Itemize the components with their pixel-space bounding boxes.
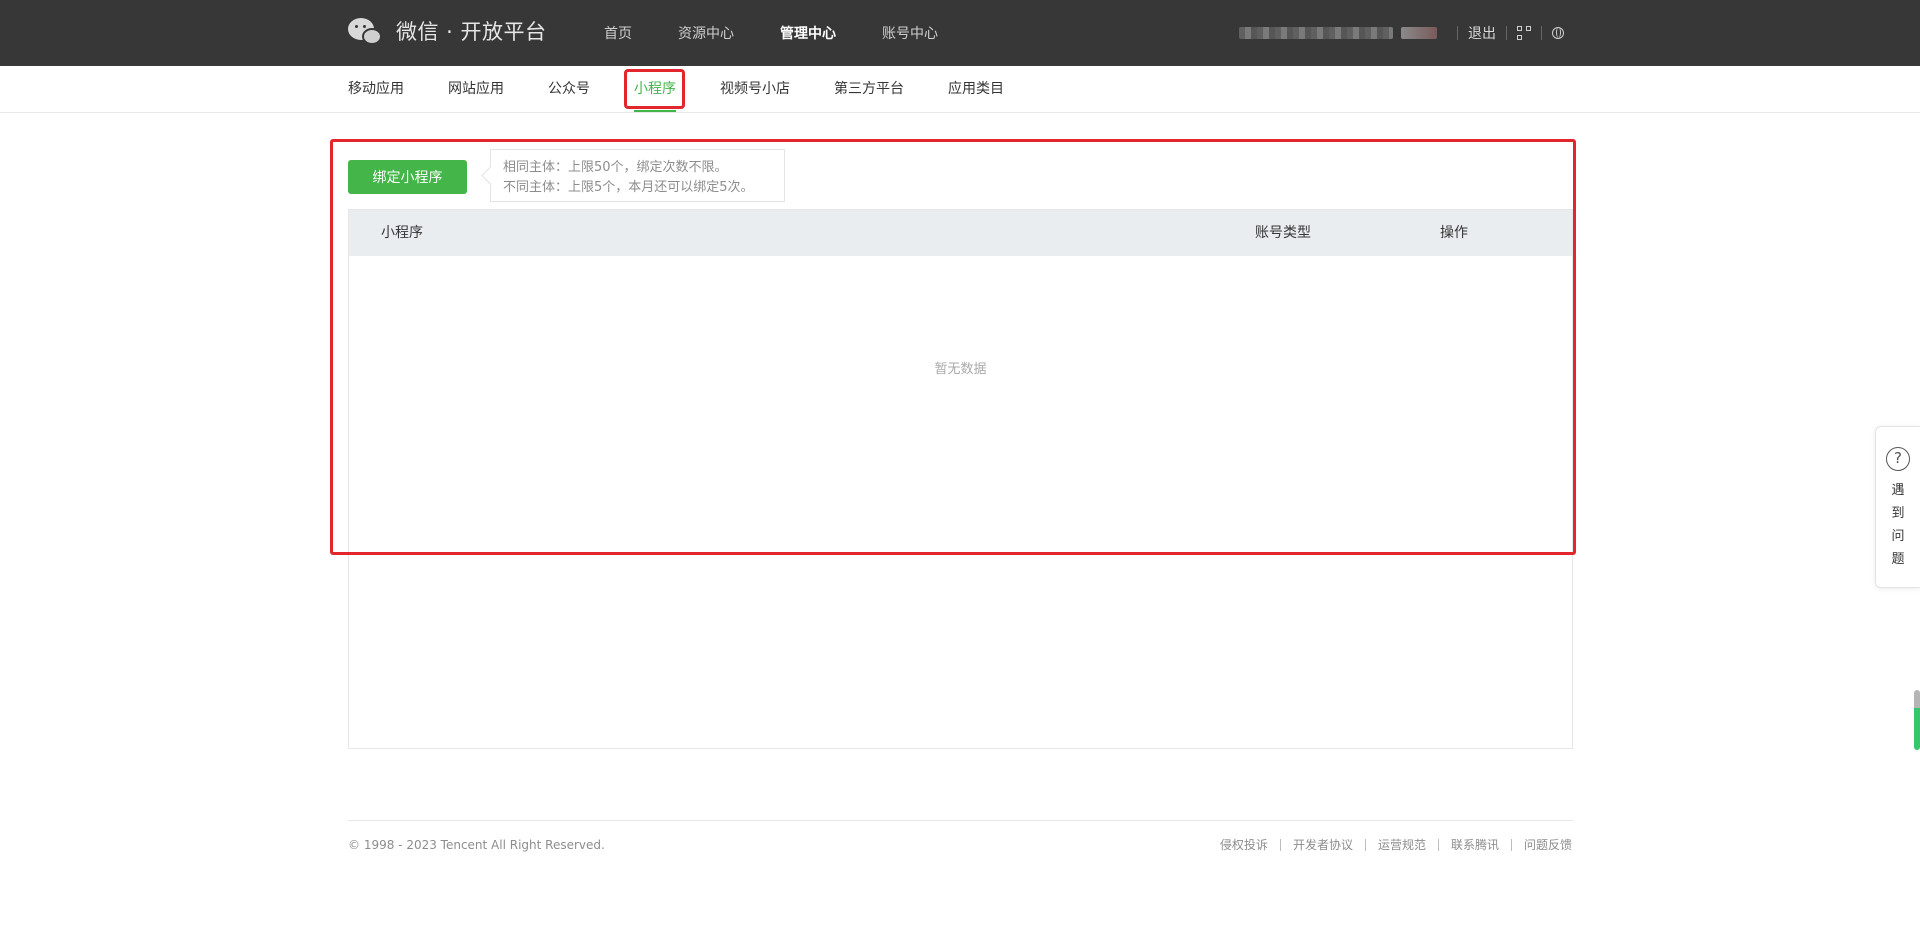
- top-nav-management[interactable]: 管理中心: [780, 23, 836, 43]
- divider: [1364, 838, 1366, 851]
- divider: [1510, 838, 1512, 851]
- qrcode-icon[interactable]: [1517, 26, 1531, 40]
- column-actions: 操作: [1440, 225, 1468, 241]
- help-float-button[interactable]: ? 遇到问题: [1875, 426, 1920, 588]
- wechat-logo-icon: [348, 16, 384, 46]
- bind-limit-tip: 相同主体：上限50个，绑定次数不限。 不同主体：上限5个，本月还可以绑定5次。: [490, 149, 785, 202]
- tab-mobile-app[interactable]: 移动应用: [348, 66, 404, 112]
- top-nav-home[interactable]: 首页: [604, 23, 632, 43]
- top-header: 微信 · 开放平台 首页 资源中心 管理中心 账号中心 退出: [0, 0, 1920, 66]
- divider: [1541, 26, 1542, 40]
- bind-mini-program-button[interactable]: 绑定小程序: [348, 160, 467, 194]
- mini-program-table: 小程序 账号类型 操作 暂无数据: [348, 209, 1573, 749]
- footer-link-operation-rules[interactable]: 运营规范: [1378, 836, 1426, 853]
- tab-website-app[interactable]: 网站应用: [448, 66, 504, 112]
- top-nav: 首页 资源中心 管理中心 账号中心: [604, 0, 984, 66]
- footer-link-infringement[interactable]: 侵权投诉: [1220, 836, 1268, 853]
- tab-channels-store[interactable]: 视频号小店: [720, 66, 790, 112]
- copyright: © 1998 - 2023 Tencent All Right Reserved…: [348, 838, 605, 852]
- divider: [1506, 26, 1507, 40]
- footer-link-developer-agreement[interactable]: 开发者协议: [1293, 836, 1353, 853]
- question-icon: ?: [1886, 447, 1910, 471]
- user-tag-redacted[interactable]: [1401, 27, 1437, 39]
- scrollbar-thumb[interactable]: [1914, 690, 1920, 750]
- tab-mini-program[interactable]: 小程序: [634, 66, 676, 112]
- top-nav-account[interactable]: 账号中心: [882, 23, 938, 43]
- divider: [1437, 838, 1439, 851]
- user-name-redacted[interactable]: [1239, 27, 1393, 39]
- column-mini-program: 小程序: [381, 225, 423, 241]
- tip-line-different-entity: 不同主体：上限5个，本月还可以绑定5次。: [503, 180, 754, 195]
- divider: [1279, 838, 1281, 851]
- divider: [1457, 26, 1458, 40]
- footer-link-contact-tencent[interactable]: 联系腾讯: [1451, 836, 1499, 853]
- tip-line-same-entity: 相同主体：上限50个，绑定次数不限。: [503, 160, 728, 175]
- brand-title: 微信 · 开放平台: [396, 20, 547, 44]
- tab-official-account[interactable]: 公众号: [548, 66, 590, 112]
- top-right-area: 退出: [1239, 0, 1564, 66]
- logout-link[interactable]: 退出: [1468, 23, 1496, 43]
- table-header: 小程序 账号类型 操作: [349, 210, 1572, 256]
- empty-state-text: 暂无数据: [934, 362, 987, 377]
- footer-links: 侵权投诉 开发者协议 运营规范 联系腾讯 问题反馈: [1220, 836, 1572, 853]
- brand[interactable]: 微信 · 开放平台: [348, 16, 547, 46]
- column-account-type: 账号类型: [1255, 225, 1311, 241]
- footer-link-feedback[interactable]: 问题反馈: [1524, 836, 1572, 853]
- globe-icon[interactable]: [1552, 27, 1564, 39]
- tab-app-categories[interactable]: 应用类目: [948, 66, 1004, 112]
- tab-third-party-platform[interactable]: 第三方平台: [834, 66, 904, 112]
- footer-divider: [348, 820, 1573, 821]
- help-label: 遇到问题: [1891, 483, 1905, 567]
- top-nav-resources[interactable]: 资源中心: [678, 23, 734, 43]
- sub-nav: 移动应用 网站应用 公众号 小程序 视频号小店 第三方平台 应用类目: [0, 66, 1920, 113]
